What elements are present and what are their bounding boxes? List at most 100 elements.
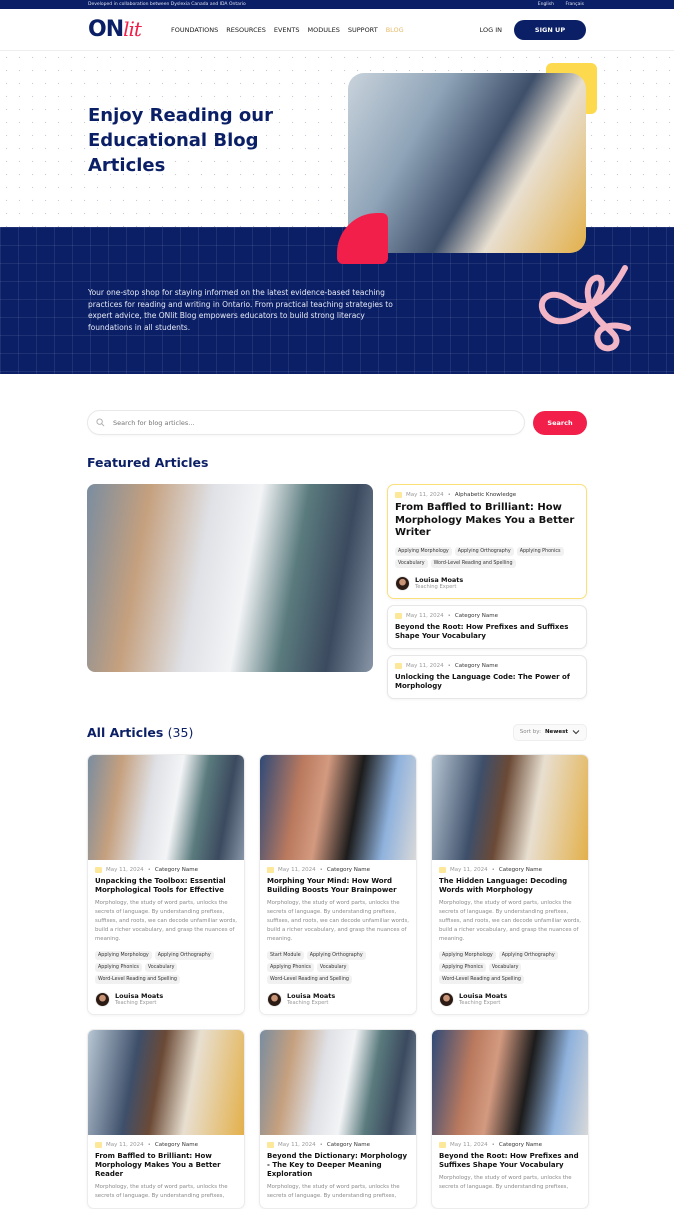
nav-support[interactable]: SUPPORT xyxy=(348,26,378,34)
author-role: Teaching Expert xyxy=(287,1000,329,1006)
tag[interactable]: Applying Phonics xyxy=(439,962,486,972)
article-count: (35) xyxy=(167,724,194,740)
article-title[interactable]: Unpacking the Toolbox: Essential Morphol… xyxy=(95,877,237,895)
tag[interactable]: Vocabulary xyxy=(316,962,350,972)
language-switcher: English Français xyxy=(528,2,584,7)
article-date: May 11, 2024 xyxy=(450,1141,488,1148)
tag[interactable]: Applying Orthography xyxy=(306,950,366,960)
article-meta: May 11, 2024 • Alphabetic Knowledge xyxy=(395,492,579,498)
tag[interactable]: Applying Orthography xyxy=(454,546,514,556)
tag[interactable]: Applying Morphology xyxy=(395,546,452,556)
article-title[interactable]: Morphing Your Mind: How Word Building Bo… xyxy=(267,877,409,895)
article-title[interactable]: Unlocking the Language Code: The Power o… xyxy=(395,673,579,691)
hero-title: Enjoy Reading our Educational Blog Artic… xyxy=(88,105,273,176)
featured-list: May 11, 2024 • Alphabetic Knowledge From… xyxy=(387,484,587,699)
tag[interactable]: Start Module xyxy=(267,950,304,960)
hero-description: Your one-stop shop for staying informed … xyxy=(88,288,393,332)
article-title[interactable]: Beyond the Root: How Prefixes and Suffix… xyxy=(395,623,579,641)
author-role: Teaching Expert xyxy=(115,1000,157,1006)
article-title[interactable]: Beyond the Dictionary: Morphology - The … xyxy=(267,1152,409,1179)
tag[interactable]: Word-Level Reading and Spelling xyxy=(430,558,516,568)
article-category: Category Name xyxy=(326,866,370,873)
tag[interactable]: Word-Level Reading and Spelling xyxy=(95,974,180,984)
author-avatar xyxy=(395,575,410,591)
author-name: Louisa Moats xyxy=(287,992,336,1000)
featured-main-card[interactable]: May 11, 2024 • Alphabetic Knowledge From… xyxy=(387,484,587,599)
article-title[interactable]: From Baffled to Brilliant: How Morpholog… xyxy=(95,1152,237,1179)
article-date: May 11, 2024 xyxy=(406,612,444,619)
sort-dropdown[interactable]: Sort by: Newest xyxy=(512,723,587,741)
site-header: ON lit FOUNDATIONS RESOURCES EVENTS MODUL… xyxy=(0,9,674,51)
article-meta: May 11, 2024 • Category Name xyxy=(395,662,579,669)
article-excerpt: Morphology, the study of word parts, unl… xyxy=(439,1174,572,1190)
tag[interactable]: Vocabulary xyxy=(488,962,522,972)
tag[interactable]: Applying Morphology xyxy=(95,950,152,960)
article-meta: May 11, 2024 • Category Name xyxy=(267,1141,409,1148)
article-meta: May 11, 2024 • Category Name xyxy=(95,866,237,873)
tag[interactable]: Applying Orthography xyxy=(154,950,214,960)
tag[interactable]: Applying Orthography xyxy=(498,950,558,960)
featured-card[interactable]: May 11, 2024 • Category Name Unlocking t… xyxy=(387,654,587,699)
signup-button[interactable]: SIGN UP xyxy=(514,19,586,40)
article-date: May 11, 2024 xyxy=(106,866,144,873)
tag[interactable]: Word-Level Reading and Spelling xyxy=(267,974,352,984)
all-articles-title: All Articles xyxy=(87,724,164,740)
calendar-icon xyxy=(439,1141,446,1148)
bullet-separator: • xyxy=(319,866,323,873)
article-title[interactable]: Beyond the Root: How Prefixes and Suffix… xyxy=(439,1152,581,1170)
article-date: May 11, 2024 xyxy=(406,492,444,498)
tag[interactable]: Word-Level Reading and Spelling xyxy=(439,974,524,984)
nav-foundations[interactable]: FOUNDATIONS xyxy=(171,26,218,34)
article-thumbnail xyxy=(432,754,588,860)
article-card[interactable]: May 11, 2024 • Category Name Morphing Yo… xyxy=(259,753,417,1015)
search-field[interactable] xyxy=(87,410,525,435)
article-card[interactable]: May 11, 2024 • Category Name Beyond the … xyxy=(259,1028,417,1209)
article-title[interactable]: From Baffled to Brilliant: How Morpholog… xyxy=(395,502,579,540)
article-category: Alphabetic Knowledge xyxy=(454,492,517,498)
article-card[interactable]: May 11, 2024 • Category Name The Hidden … xyxy=(431,753,589,1015)
nav-resources[interactable]: RESOURCES xyxy=(226,26,266,34)
tag[interactable]: Applying Phonics xyxy=(95,962,142,972)
article-thumbnail xyxy=(432,1029,588,1135)
lang-french[interactable]: Français xyxy=(565,2,584,7)
tag[interactable]: Applying Phonics xyxy=(516,546,564,556)
article-card[interactable]: May 11, 2024 • Category Name Beyond the … xyxy=(431,1028,589,1209)
author-role: Teaching Expert xyxy=(459,1000,501,1006)
calendar-icon xyxy=(267,866,274,873)
article-excerpt: Morphology, the study of word parts, unl… xyxy=(267,899,409,942)
article-card[interactable]: May 11, 2024 • Category Name From Baffle… xyxy=(87,1028,245,1209)
tag-list: Applying Morphology Applying Orthography… xyxy=(395,546,579,568)
nav-blog[interactable]: BLOG xyxy=(386,26,404,34)
author-avatar xyxy=(267,991,282,1007)
featured-card[interactable]: May 11, 2024 • Category Name Beyond the … xyxy=(387,604,587,649)
tag[interactable]: Vocabulary xyxy=(395,558,428,568)
bullet-separator: • xyxy=(147,866,151,873)
bullet-separator: • xyxy=(491,1141,495,1148)
article-category: Category Name xyxy=(326,1141,370,1148)
calendar-icon xyxy=(395,612,402,619)
calendar-icon xyxy=(439,866,446,873)
lang-english[interactable]: English xyxy=(538,2,554,7)
nav-events[interactable]: EVENTS xyxy=(274,26,300,34)
tag-list: Applying Morphology Applying Orthography… xyxy=(95,950,237,984)
tag[interactable]: Vocabulary xyxy=(144,962,178,972)
bullet-separator: • xyxy=(447,612,451,619)
search-row: Search xyxy=(87,410,587,435)
onlit-logo[interactable]: ON lit xyxy=(88,17,142,42)
author-block: Louisa Moats Teaching Expert xyxy=(439,991,581,1007)
featured-main-photo[interactable] xyxy=(87,484,373,672)
nav-modules[interactable]: MODULES xyxy=(308,26,340,34)
hero-section: Enjoy Reading our Educational Blog Artic… xyxy=(0,51,674,374)
article-category: Category Name xyxy=(454,612,498,619)
search-input[interactable] xyxy=(113,418,524,427)
article-title[interactable]: The Hidden Language: Decoding Words with… xyxy=(439,877,581,895)
article-thumbnail xyxy=(260,1029,416,1135)
author-block: Louisa Moats Teaching Expert xyxy=(95,991,237,1007)
login-link[interactable]: LOG IN xyxy=(480,26,502,34)
search-button[interactable]: Search xyxy=(533,410,587,435)
tag[interactable]: Applying Phonics xyxy=(267,962,314,972)
bullet-separator: • xyxy=(491,866,495,873)
featured-articles-heading: Featured Articles xyxy=(87,455,209,470)
tag[interactable]: Applying Morphology xyxy=(439,950,496,960)
article-card[interactable]: May 11, 2024 • Category Name Unpacking t… xyxy=(87,753,245,1015)
